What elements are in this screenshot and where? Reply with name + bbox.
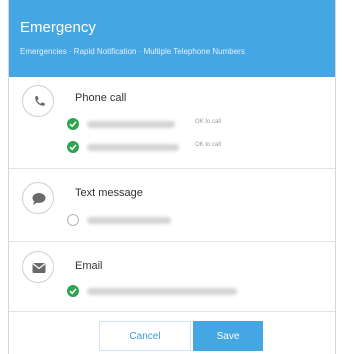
redacted-phone-number <box>87 217 171 224</box>
dialog-title: Emergency <box>20 19 96 36</box>
sms-number-row[interactable] <box>67 214 317 228</box>
text-message-section: Text message <box>9 168 335 241</box>
phone-call-section: Phone call OK to call OK to call <box>9 77 335 168</box>
envelope-icon <box>22 251 54 283</box>
redacted-phone-number <box>87 144 179 151</box>
ok-to-call-status: OK to call <box>195 119 222 125</box>
dialog-header: Emergency Emergencies · Rapid Notificati… <box>9 0 335 77</box>
breadcrumb: Emergencies · Rapid Notification · Multi… <box>20 47 245 56</box>
phone-number-row[interactable]: OK to call <box>67 141 317 155</box>
email-label: Email <box>75 260 103 272</box>
phone-call-label: Phone call <box>75 92 127 104</box>
checked-icon[interactable] <box>67 118 79 130</box>
cancel-button[interactable]: Cancel <box>99 321 191 351</box>
checked-icon[interactable] <box>67 285 79 297</box>
save-button[interactable]: Save <box>193 321 263 351</box>
checked-icon[interactable] <box>67 141 79 153</box>
redacted-phone-number <box>87 121 175 128</box>
text-message-label: Text message <box>75 187 143 199</box>
email-section: Email <box>9 241 335 311</box>
phone-icon <box>22 85 54 117</box>
redacted-email-address <box>87 288 237 295</box>
emergency-dialog: Emergency Emergencies · Rapid Notificati… <box>8 0 336 354</box>
unchecked-radio[interactable] <box>67 214 79 226</box>
dialog-footer: Cancel Save <box>9 311 335 354</box>
phone-number-row[interactable]: OK to call <box>67 118 317 132</box>
email-address-row[interactable] <box>67 285 317 299</box>
ok-to-call-status: OK to call <box>195 142 222 148</box>
chat-bubble-icon <box>22 182 54 214</box>
